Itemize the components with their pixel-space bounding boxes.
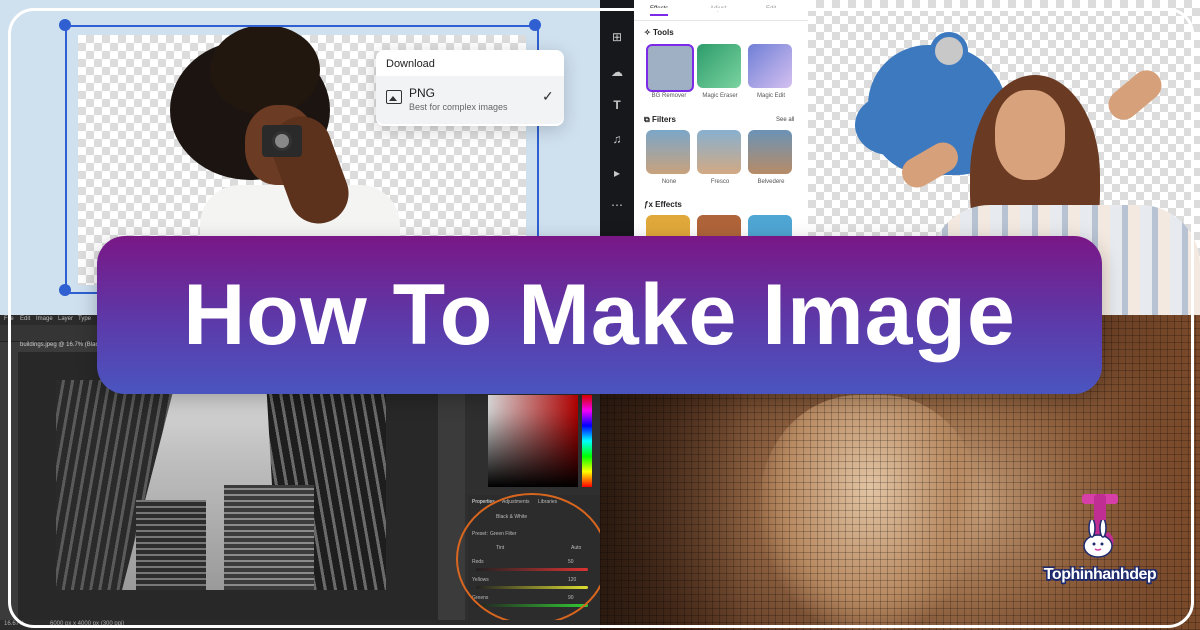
menu-item-file[interactable]: File	[4, 316, 14, 322]
hue-slider[interactable]	[582, 395, 592, 487]
document-tab[interactable]: buildings.jpeg @ 16.7% (Black	[20, 342, 101, 348]
tool-thumb-bg-remover[interactable]	[646, 44, 694, 92]
menu-item-image[interactable]: Image	[36, 316, 53, 322]
download-format-description: Best for complex images	[409, 102, 508, 112]
filter-label: Fresco	[710, 179, 730, 185]
menu-item-layer[interactable]: Layer	[58, 316, 73, 322]
tab-effects[interactable]: Effects	[650, 6, 669, 16]
building-back-left	[136, 500, 206, 590]
more-icon[interactable]: ⋯	[610, 198, 624, 212]
resize-handle-top-left[interactable]	[59, 19, 71, 31]
upload-icon[interactable]: ☁	[610, 65, 624, 79]
tool-thumb-magic-edit[interactable]	[748, 44, 792, 88]
see-all-link[interactable]: See all	[776, 117, 794, 123]
woman-face	[995, 90, 1065, 180]
color-picker-field[interactable]	[488, 395, 578, 487]
document-size: 6000 px x 4000 px (300 ppi)	[50, 621, 125, 627]
menu-item-edit[interactable]: Edit	[20, 316, 30, 322]
zoom-level: 16.67%	[4, 621, 25, 627]
building-center	[224, 485, 314, 590]
filters-heading: ⧉ Filters	[644, 115, 676, 124]
filter-label: Belvedere	[757, 179, 785, 185]
video-icon[interactable]: ▸	[610, 166, 624, 180]
bunny-icon	[1083, 520, 1113, 558]
download-format-label: PNG	[409, 86, 436, 100]
tool-label: Magic Edit	[756, 93, 785, 99]
download-menu: Download PNG Best for complex images ✓	[376, 50, 564, 126]
photoshop-status-bar: 16.67% 6000 px x 4000 px (300 ppi)	[0, 620, 600, 630]
music-icon[interactable]: ♫	[610, 132, 624, 146]
check-icon: ✓	[542, 88, 554, 104]
filter-label: None	[661, 179, 677, 185]
image-icon	[386, 90, 402, 104]
blue-ring-shape	[930, 32, 968, 70]
banner-title: How To Make Image	[183, 267, 1016, 363]
effects-heading: ƒx Effects	[644, 200, 682, 209]
text-icon[interactable]: T	[610, 98, 624, 112]
buildings-photo	[56, 380, 386, 590]
blue-cloud-shape-lobe	[855, 95, 925, 155]
tool-label: Magic Eraser	[702, 93, 738, 99]
elements-icon[interactable]: ⊞	[610, 30, 624, 44]
filter-thumb-belvedere[interactable]	[748, 130, 792, 174]
tools-heading: ✧ Tools	[644, 28, 674, 37]
tool-label: BG Remover	[651, 93, 687, 99]
filter-thumb-none[interactable]	[646, 130, 690, 174]
tab-adjust[interactable]: Adjust	[710, 6, 727, 12]
brand-logo[interactable]: Tophinhanhdep	[1030, 490, 1170, 600]
logo-text: Tophinhanhdep	[1043, 566, 1157, 583]
menu-item-type[interactable]: Type	[78, 316, 91, 322]
tab-edit[interactable]: Edit	[766, 6, 776, 12]
panel-tabs: Effects Adjust Edit	[634, 0, 808, 21]
download-option-png[interactable]: PNG Best for complex images ✓	[376, 76, 564, 124]
title-banner: How To Make Image	[97, 236, 1102, 394]
thumbnail-canvas: Download PNG Best for complex images ✓ ⊞…	[0, 0, 1200, 630]
highlight-circle	[456, 493, 600, 625]
resize-handle-bottom-left[interactable]	[59, 284, 71, 296]
tool-thumb-magic-eraser[interactable]	[697, 44, 741, 88]
filter-thumb-fresco[interactable]	[697, 130, 741, 174]
resize-handle-top-right[interactable]	[529, 19, 541, 31]
download-menu-title: Download	[386, 58, 435, 70]
